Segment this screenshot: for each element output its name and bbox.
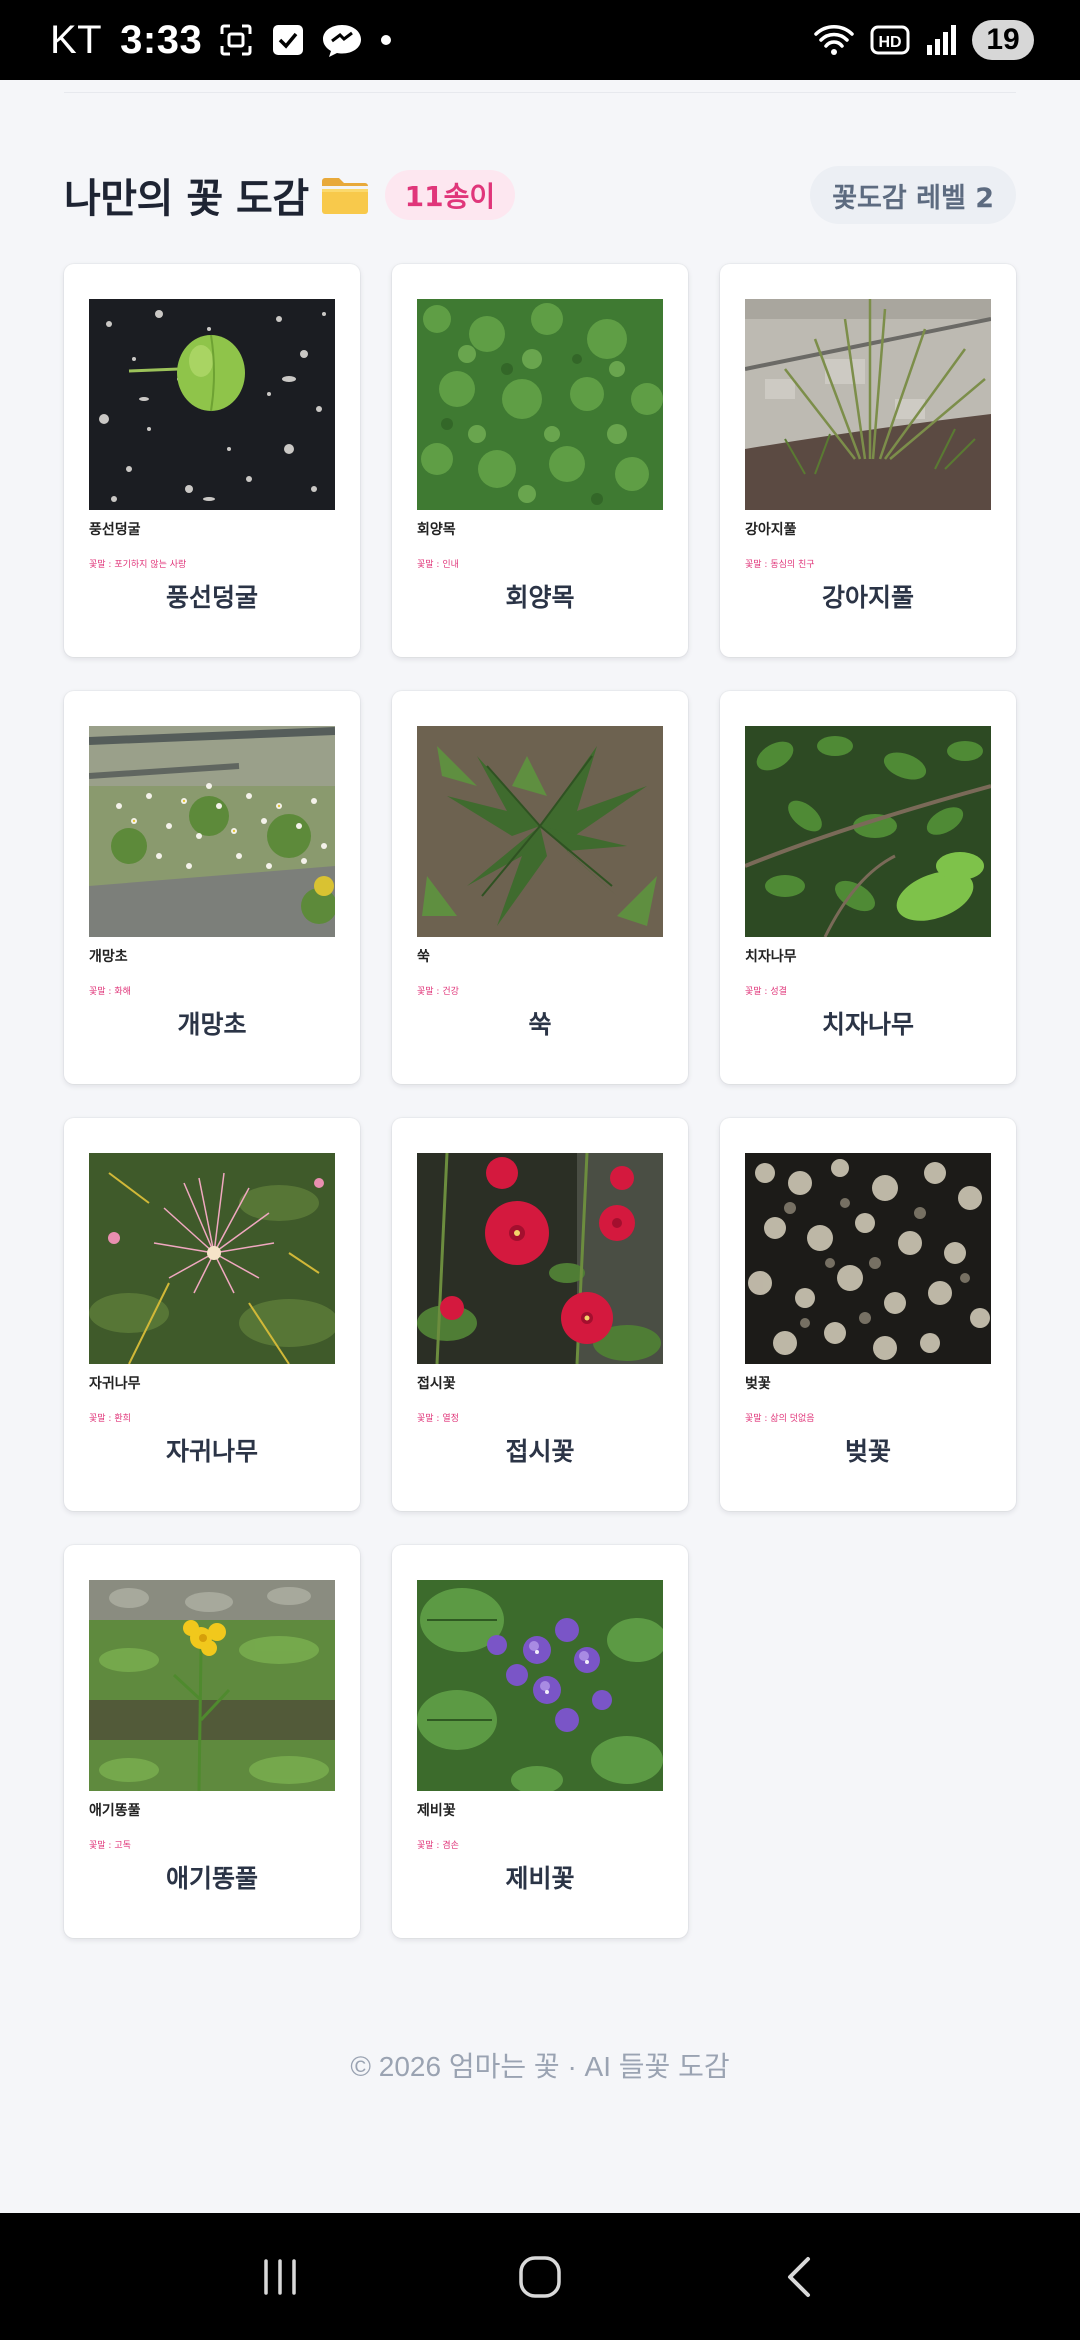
flower-label: 회양목 — [417, 522, 456, 538]
status-bar: KT 3:33 HD 19 — [0, 0, 1080, 80]
flower-photo — [745, 299, 991, 510]
recent-apps-icon[interactable] — [235, 2232, 325, 2322]
flower-name: 개망초 — [177, 1010, 247, 1039]
flower-name: 애기똥풀 — [165, 1864, 258, 1893]
flower-name: 회양목 — [505, 583, 575, 612]
flower-photo — [89, 299, 335, 510]
flower-label: 풍선덩굴 — [89, 522, 141, 538]
flower-card[interactable]: 풍선덩굴 꽃말 : 포기하지 않는 사랑 풍선덩굴 — [64, 264, 360, 657]
flower-card[interactable]: 자귀나무 꽃말 : 환희 자귀나무 — [64, 1118, 360, 1511]
flower-label: 벚꽃 — [745, 1376, 771, 1392]
flower-name: 자귀나무 — [165, 1437, 258, 1466]
flower-photo — [89, 1153, 335, 1364]
flower-photo — [89, 726, 335, 937]
flower-card[interactable]: 쑥 꽃말 : 건강 쑥 — [392, 691, 688, 1084]
divider — [64, 92, 1016, 93]
folder-icon — [319, 173, 371, 217]
flower-meaning: 꽃말 : 고독 — [89, 1841, 131, 1851]
flower-name: 강아지풀 — [821, 583, 914, 612]
flower-name: 쑥 — [528, 1010, 552, 1039]
hd-icon: HD — [870, 24, 910, 56]
flower-label: 개망초 — [89, 949, 128, 965]
flower-card[interactable]: 벚꽃 꽃말 : 삶의 덧없음 벚꽃 — [720, 1118, 1016, 1511]
flower-name: 접시꽃 — [505, 1437, 575, 1466]
battery-indicator: 19 — [972, 20, 1034, 60]
flower-card[interactable]: 치자나무 꽃말 : 성결 치자나무 — [720, 691, 1016, 1084]
page-header: 나만의 꽃 도감 11송이 꽃도감 레벨 2 — [64, 160, 1016, 230]
flower-card[interactable]: 제비꽃 꽃말 : 겸손 제비꽃 — [392, 1545, 688, 1938]
signal-icon — [924, 23, 958, 57]
flower-name: 제비꽃 — [505, 1864, 575, 1893]
svg-text:HD: HD — [878, 34, 901, 51]
flower-photo — [417, 1580, 663, 1791]
flower-card[interactable]: 강아지풀 꽃말 : 동심의 친구 강아지풀 — [720, 264, 1016, 657]
flower-meaning: 꽃말 : 삶의 덧없음 — [745, 1414, 815, 1424]
flower-photo — [417, 1153, 663, 1364]
flower-label: 자귀나무 — [89, 1376, 141, 1392]
screenshot-icon — [216, 20, 256, 60]
flower-grid: 풍선덩굴 꽃말 : 포기하지 않는 사랑 풍선덩굴 회양목 꽃말: 인내 회양… — [64, 264, 1016, 1938]
flower-meaning: 꽃말 : 열정 — [417, 1414, 459, 1424]
flower-name: 벚꽃 — [844, 1437, 891, 1466]
flower-meaning: 꽃말 : 인내 — [417, 560, 459, 570]
flower-label: 접시꽃 — [417, 1376, 456, 1392]
home-icon[interactable] — [495, 2232, 585, 2322]
flower-meaning: 꽃말 : 겸손 — [417, 1841, 459, 1851]
checkbox-icon — [270, 22, 306, 58]
flower-card[interactable]: 회양목 꽃말 : 인내 회양목 — [392, 264, 688, 657]
flower-label: 강아지풀 — [745, 522, 797, 538]
flower-meaning: 꽃말 : 화해 — [89, 987, 131, 997]
flower-count-badge: 11송이 — [384, 170, 516, 220]
flower-meaning: 꽃말 : 동심의 친구 — [745, 560, 815, 570]
flower-meaning: 꽃말 : 건강 — [417, 987, 459, 997]
flower-photo — [745, 1153, 991, 1364]
flower-name: 풍선덩굴 — [165, 583, 258, 612]
carrier-label: KT — [50, 17, 103, 62]
flower-meaning: 꽃말 : 포기하지 않는 사랑 — [89, 560, 187, 570]
flower-label: 제비꽃 — [417, 1803, 456, 1819]
system-nav-bar — [0, 2213, 1080, 2340]
back-icon[interactable] — [755, 2232, 845, 2322]
flower-card[interactable]: 접시꽃 꽃말 : 열정 접시꽃 — [392, 1118, 688, 1511]
page-title: 나만의 꽃 도감 — [64, 176, 309, 222]
flower-label: 쑥 — [417, 949, 430, 965]
level-badge: 꽃도감 레벨 2 — [810, 166, 1016, 224]
flower-card[interactable]: 개망초 꽃말 : 화해 개망초 — [64, 691, 360, 1084]
main-content: 나만의 꽃 도감 11송이 꽃도감 레벨 2 풍선덩굴 꽃말: 포기하지 않는… — [0, 80, 1080, 2213]
clock: 3:33 — [120, 17, 203, 62]
wifi-icon — [812, 22, 856, 58]
chat-bubble-icon — [320, 21, 364, 59]
dot-icon — [378, 32, 394, 48]
flower-meaning: 꽃말 : 환희 — [89, 1414, 131, 1424]
flower-photo — [417, 726, 663, 937]
flower-photo — [745, 726, 991, 937]
flower-label: 애기똥풀 — [89, 1803, 141, 1819]
flower-name: 치자나무 — [821, 1010, 914, 1039]
footer-copyright: © 2026 엄마는 꽃 · AI 들꽃 도감 — [350, 2051, 730, 2082]
flower-card[interactable]: 애기똥풀 꽃말 : 고독 애기똥풀 — [64, 1545, 360, 1938]
flower-photo — [417, 299, 663, 510]
flower-meaning: 꽃말 : 성결 — [745, 987, 787, 997]
flower-photo — [89, 1580, 335, 1791]
flower-label: 치자나무 — [745, 949, 797, 965]
